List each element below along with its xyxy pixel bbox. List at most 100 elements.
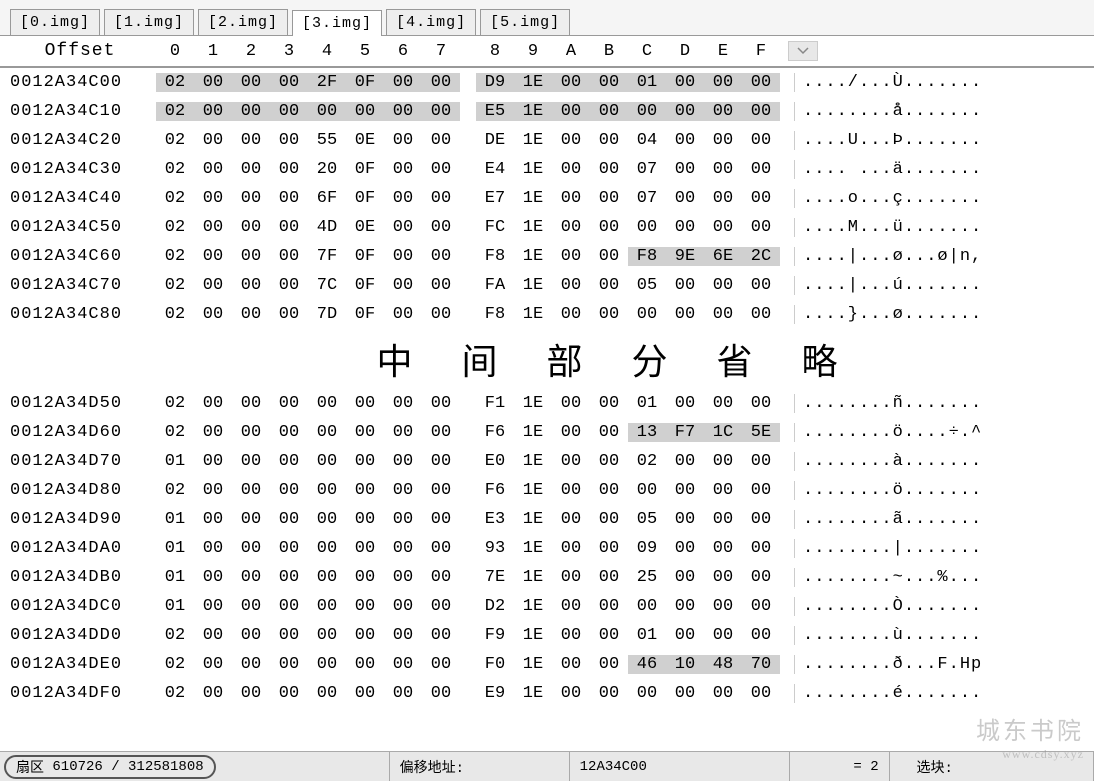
hex-byte[interactable]: 1E <box>514 481 552 500</box>
hex-byte[interactable]: 00 <box>384 73 422 92</box>
hex-byte[interactable]: 02 <box>628 452 666 471</box>
hex-byte[interactable]: 00 <box>666 189 704 208</box>
hex-byte[interactable]: 00 <box>590 539 628 558</box>
hex-byte[interactable]: 00 <box>194 539 232 558</box>
hex-byte[interactable]: 00 <box>308 568 346 587</box>
hex-byte[interactable]: 00 <box>666 481 704 500</box>
hex-byte[interactable]: 25 <box>628 568 666 587</box>
hex-byte[interactable]: 00 <box>742 305 780 324</box>
hex-byte[interactable]: 00 <box>422 510 460 529</box>
hex-byte[interactable]: 01 <box>156 568 194 587</box>
tab-3[interactable]: [3.img] <box>292 10 382 36</box>
hex-row[interactable]: 0012A34DC00100000000000000D21E0000000000… <box>10 592 1094 621</box>
hex-byte[interactable]: 00 <box>422 481 460 500</box>
hex-byte[interactable]: 00 <box>308 655 346 674</box>
hex-byte[interactable]: 00 <box>384 597 422 616</box>
hex-byte[interactable]: 00 <box>232 276 270 295</box>
hex-byte[interactable]: 5E <box>742 423 780 442</box>
hex-byte[interactable]: 1E <box>514 276 552 295</box>
hex-byte[interactable]: 00 <box>704 131 742 150</box>
hex-byte[interactable]: 1E <box>514 102 552 121</box>
hex-byte[interactable]: 00 <box>384 626 422 645</box>
hex-byte[interactable]: 00 <box>666 597 704 616</box>
hex-row[interactable]: 0012A34D500200000000000000F11E0000010000… <box>10 389 1094 418</box>
hex-byte[interactable]: 00 <box>384 102 422 121</box>
hex-byte[interactable]: 01 <box>628 394 666 413</box>
hex-byte[interactable]: 00 <box>666 276 704 295</box>
hex-byte[interactable]: 00 <box>590 218 628 237</box>
hex-byte[interactable]: 02 <box>156 218 194 237</box>
hex-byte[interactable]: 00 <box>232 73 270 92</box>
hex-byte[interactable]: 00 <box>742 481 780 500</box>
hex-byte[interactable]: 1E <box>514 73 552 92</box>
hex-row[interactable]: 0012A34C100200000000000000E51E0000000000… <box>10 97 1094 126</box>
hex-byte[interactable]: 00 <box>590 189 628 208</box>
hex-byte[interactable]: 00 <box>384 247 422 266</box>
hex-byte[interactable]: 00 <box>308 423 346 442</box>
hex-byte[interactable]: 02 <box>156 73 194 92</box>
hex-byte[interactable]: 00 <box>308 102 346 121</box>
tab-1[interactable]: [1.img] <box>104 9 194 35</box>
hex-byte[interactable]: 00 <box>308 452 346 471</box>
hex-byte[interactable]: 46 <box>628 655 666 674</box>
hex-byte[interactable]: 00 <box>194 131 232 150</box>
hex-row[interactable]: 0012A34C40020000006F0F0000E71E0000070000… <box>10 184 1094 213</box>
hex-byte[interactable]: 00 <box>590 568 628 587</box>
hex-byte[interactable]: 00 <box>232 597 270 616</box>
hex-byte[interactable]: 00 <box>552 131 590 150</box>
hex-byte[interactable]: 00 <box>552 539 590 558</box>
hex-byte[interactable]: 00 <box>384 160 422 179</box>
hex-byte[interactable]: 00 <box>742 568 780 587</box>
hex-byte[interactable]: 01 <box>156 539 194 558</box>
hex-byte[interactable]: 07 <box>628 160 666 179</box>
hex-byte[interactable]: 00 <box>308 481 346 500</box>
hex-byte[interactable]: 00 <box>384 276 422 295</box>
hex-byte[interactable]: 00 <box>232 394 270 413</box>
hex-byte[interactable]: F8 <box>476 247 514 266</box>
hex-byte[interactable]: 00 <box>232 452 270 471</box>
hex-byte[interactable]: 00 <box>666 452 704 471</box>
hex-byte[interactable]: 00 <box>590 597 628 616</box>
hex-byte[interactable]: 09 <box>628 539 666 558</box>
hex-byte[interactable]: 00 <box>590 510 628 529</box>
hex-byte[interactable]: 01 <box>628 73 666 92</box>
hex-byte[interactable]: 0F <box>346 247 384 266</box>
hex-byte[interactable]: 00 <box>270 131 308 150</box>
hex-byte[interactable]: 48 <box>704 655 742 674</box>
hex-byte[interactable]: 00 <box>194 102 232 121</box>
hex-byte[interactable]: 00 <box>552 568 590 587</box>
hex-byte[interactable]: 00 <box>422 539 460 558</box>
hex-byte[interactable]: 00 <box>232 160 270 179</box>
hex-row[interactable]: 0012A34C3002000000200F0000E41E0000070000… <box>10 155 1094 184</box>
hex-byte[interactable]: 00 <box>552 655 590 674</box>
hex-byte[interactable]: 00 <box>552 684 590 703</box>
hex-byte[interactable]: 00 <box>194 510 232 529</box>
hex-byte[interactable]: 00 <box>590 684 628 703</box>
hex-byte[interactable]: 00 <box>346 394 384 413</box>
hex-byte[interactable]: 7E <box>476 568 514 587</box>
hex-byte[interactable]: 00 <box>232 218 270 237</box>
hex-byte[interactable]: 00 <box>232 568 270 587</box>
hex-byte[interactable]: 4D <box>308 218 346 237</box>
hex-row[interactable]: 0012A34C50020000004D0E0000FC1E0000000000… <box>10 213 1094 242</box>
hex-byte[interactable]: 00 <box>270 305 308 324</box>
hex-byte[interactable]: 00 <box>270 510 308 529</box>
hex-byte[interactable]: 0E <box>346 131 384 150</box>
hex-byte[interactable]: 00 <box>552 276 590 295</box>
hex-byte[interactable]: 01 <box>156 452 194 471</box>
hex-byte[interactable]: 00 <box>552 102 590 121</box>
hex-byte[interactable]: 00 <box>704 597 742 616</box>
hex-byte[interactable]: 00 <box>704 276 742 295</box>
hex-byte[interactable]: 00 <box>232 539 270 558</box>
hex-byte[interactable]: 00 <box>590 655 628 674</box>
hex-byte[interactable]: 00 <box>422 597 460 616</box>
hex-byte[interactable]: 00 <box>666 568 704 587</box>
hex-byte[interactable]: 00 <box>232 655 270 674</box>
hex-byte[interactable]: 00 <box>666 73 704 92</box>
hex-byte[interactable]: F6 <box>476 423 514 442</box>
hex-byte[interactable]: 00 <box>590 73 628 92</box>
hex-byte[interactable]: 93 <box>476 539 514 558</box>
hex-row[interactable]: 0012A34DD00200000000000000F91E0000010000… <box>10 621 1094 650</box>
hex-byte[interactable]: 00 <box>422 102 460 121</box>
hex-byte[interactable]: 00 <box>552 160 590 179</box>
